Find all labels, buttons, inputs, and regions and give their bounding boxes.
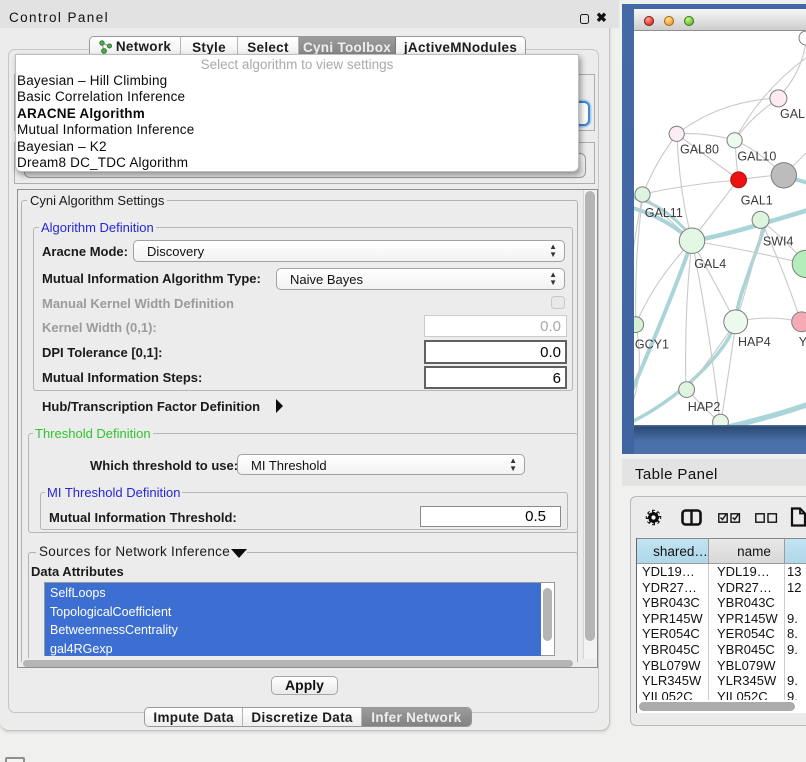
- svg-text:GAL11: GAL11: [645, 206, 683, 220]
- svg-text:GAL80: GAL80: [680, 143, 719, 157]
- svg-text:Y: Y: [799, 335, 806, 349]
- svg-text:GAL: GAL: [780, 107, 805, 121]
- svg-text:SWI4: SWI4: [763, 235, 794, 249]
- svg-text:GAL1: GAL1: [741, 193, 773, 207]
- svg-text:HAP2: HAP2: [688, 400, 721, 414]
- svg-text:GCY1: GCY1: [635, 338, 669, 352]
- svg-text:GAL10: GAL10: [737, 150, 776, 164]
- svg-text:GAL4: GAL4: [694, 257, 726, 271]
- svg-text:HAP4: HAP4: [738, 335, 771, 349]
